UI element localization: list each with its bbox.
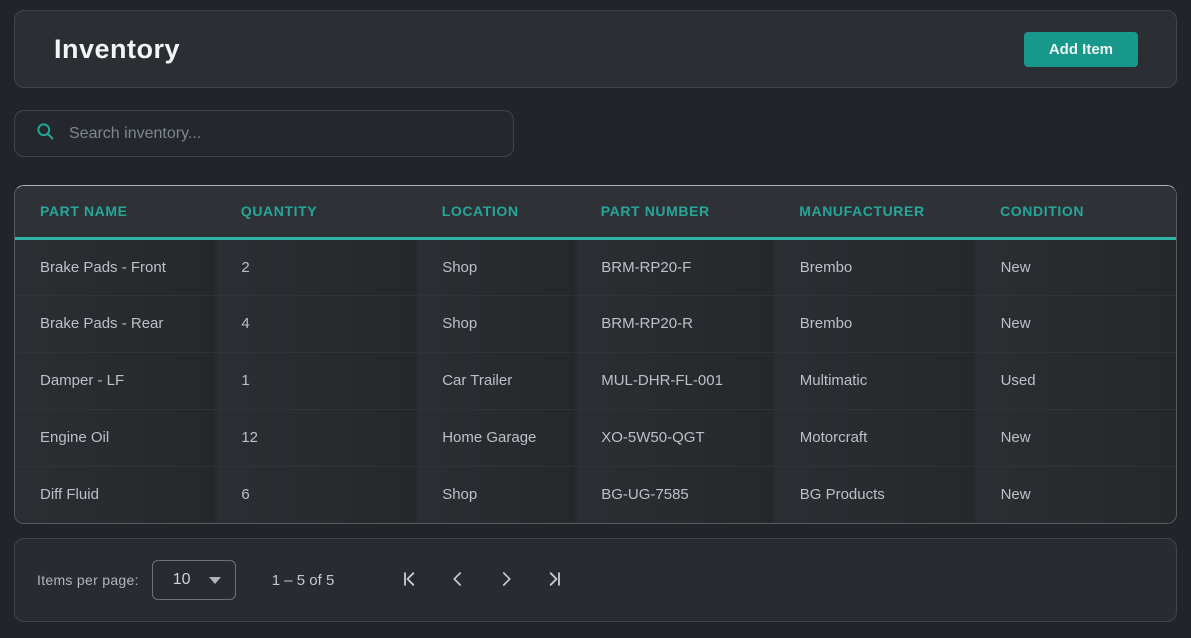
table-row[interactable]: Brake Pads - Rear 4 Shop BRM-RP20-R Brem… [15, 295, 1176, 352]
column-header-location[interactable]: LOCATION [417, 186, 576, 238]
previous-page-button[interactable] [434, 560, 482, 600]
cell-condition: Used [975, 352, 1176, 409]
cell-condition: New [975, 295, 1176, 352]
cell-part-name: Brake Pads - Rear [15, 295, 216, 352]
chevron-down-icon [209, 577, 221, 584]
cell-condition: New [975, 466, 1176, 523]
column-header-manufacturer[interactable]: MANUFACTURER [774, 186, 975, 238]
last-page-icon [544, 569, 564, 592]
cell-manufacturer: Motorcraft [774, 409, 975, 466]
cell-manufacturer: BG Products [774, 466, 975, 523]
chevron-right-icon [497, 570, 515, 591]
cell-part-number: BG-UG-7585 [576, 466, 775, 523]
cell-part-name: Damper - LF [15, 352, 216, 409]
cell-part-number: MUL-DHR-FL-001 [576, 352, 775, 409]
inventory-table-card: PART NAME QUANTITY LOCATION PART NUMBER … [14, 185, 1177, 524]
cell-quantity: 6 [216, 466, 417, 523]
column-header-part-name[interactable]: PART NAME [15, 186, 216, 238]
table-row[interactable]: Brake Pads - Front 2 Shop BRM-RP20-F Bre… [15, 238, 1176, 295]
cell-manufacturer: Multimatic [774, 352, 975, 409]
search-input[interactable] [69, 125, 499, 143]
items-per-page-value: 10 [173, 571, 191, 589]
table-header-row: PART NAME QUANTITY LOCATION PART NUMBER … [15, 186, 1176, 238]
cell-quantity: 4 [216, 295, 417, 352]
search-icon [35, 121, 55, 146]
column-header-condition[interactable]: CONDITION [975, 186, 1176, 238]
cell-part-name: Diff Fluid [15, 466, 216, 523]
items-per-page-select[interactable]: 10 [152, 560, 236, 600]
table-row[interactable]: Engine Oil 12 Home Garage XO-5W50-QGT Mo… [15, 409, 1176, 466]
items-per-page-label: Items per page: [37, 572, 139, 588]
pager-controls [386, 560, 578, 600]
cell-condition: New [975, 409, 1176, 466]
column-header-part-number[interactable]: PART NUMBER [576, 186, 775, 238]
first-page-button[interactable] [386, 560, 434, 600]
cell-part-name: Engine Oil [15, 409, 216, 466]
cell-location: Home Garage [417, 409, 576, 466]
table-row[interactable]: Diff Fluid 6 Shop BG-UG-7585 BG Products… [15, 466, 1176, 523]
cell-quantity: 1 [216, 352, 417, 409]
chevron-left-icon [449, 570, 467, 591]
page: Inventory Add Item PART NAME QUANTITY LO… [0, 0, 1191, 632]
page-title: Inventory [54, 34, 180, 65]
cell-part-name: Brake Pads - Front [15, 238, 216, 295]
first-page-icon [400, 569, 420, 592]
column-header-quantity[interactable]: QUANTITY [216, 186, 417, 238]
cell-location: Shop [417, 238, 576, 295]
last-page-button[interactable] [530, 560, 578, 600]
header-card: Inventory Add Item [14, 10, 1177, 88]
search-box[interactable] [14, 110, 514, 157]
cell-condition: New [975, 238, 1176, 295]
next-page-button[interactable] [482, 560, 530, 600]
cell-quantity: 12 [216, 409, 417, 466]
cell-part-number: BRM-RP20-F [576, 238, 775, 295]
cell-part-number: XO-5W50-QGT [576, 409, 775, 466]
add-item-button[interactable]: Add Item [1024, 32, 1138, 67]
table-row[interactable]: Damper - LF 1 Car Trailer MUL-DHR-FL-001… [15, 352, 1176, 409]
cell-manufacturer: Brembo [774, 295, 975, 352]
cell-manufacturer: Brembo [774, 238, 975, 295]
pagination-range-label: 1 – 5 of 5 [272, 572, 335, 589]
cell-location: Shop [417, 466, 576, 523]
inventory-table: PART NAME QUANTITY LOCATION PART NUMBER … [15, 186, 1176, 523]
cell-quantity: 2 [216, 238, 417, 295]
pagination-bar: Items per page: 10 1 – 5 of 5 [14, 538, 1177, 622]
cell-location: Shop [417, 295, 576, 352]
cell-location: Car Trailer [417, 352, 576, 409]
cell-part-number: BRM-RP20-R [576, 295, 775, 352]
